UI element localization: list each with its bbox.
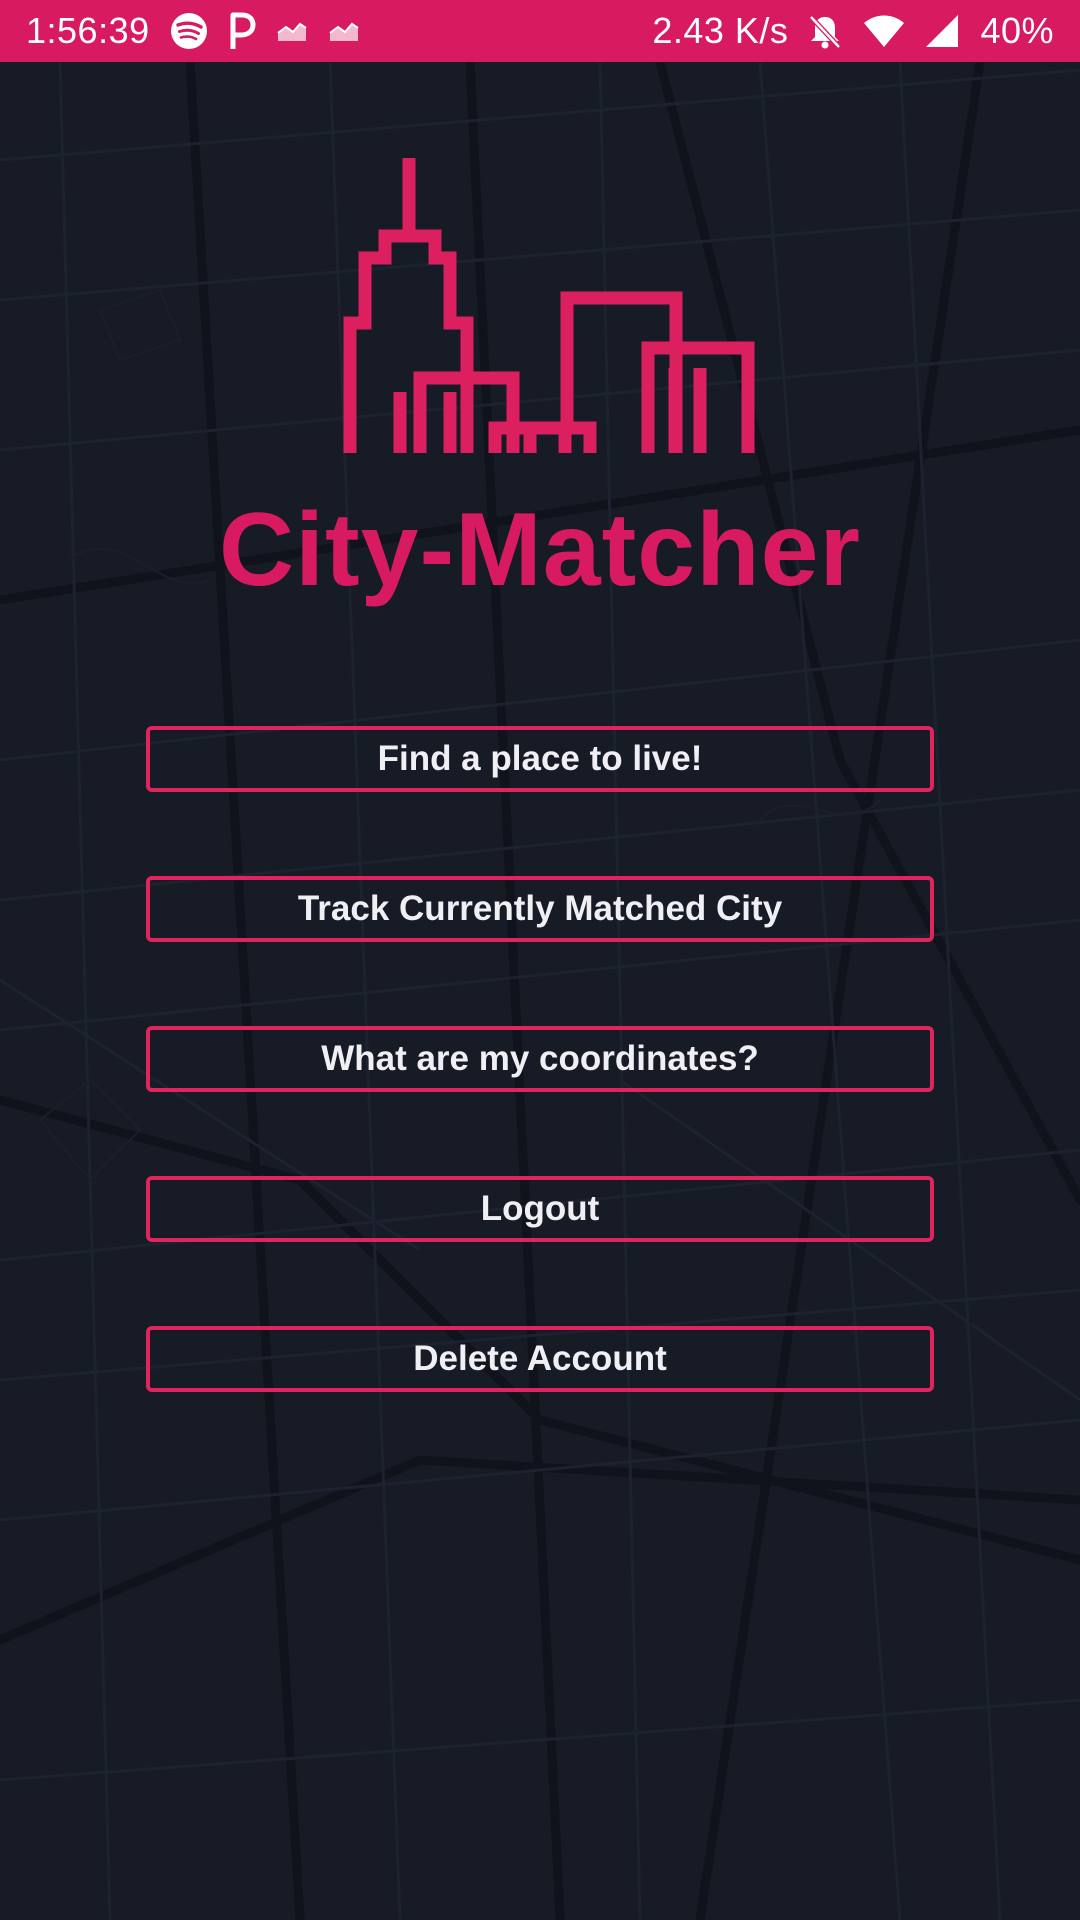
track-city-button[interactable]: Track Currently Matched City xyxy=(146,876,934,942)
status-bar-left: 1:56:39 xyxy=(26,0,360,62)
network-speed: 2.43 K/s xyxy=(652,10,789,51)
coordinates-button[interactable]: What are my coordinates? xyxy=(146,1026,934,1092)
main-menu: Find a place to live! Track Currently Ma… xyxy=(146,726,934,1476)
home-screen: 1:56:39 2.43 K/s 40% City-Matcher Find a… xyxy=(0,0,1080,1920)
find-place-button[interactable]: Find a place to live! xyxy=(146,726,934,792)
status-bar: 1:56:39 2.43 K/s 40% xyxy=(0,0,1080,62)
chart-icon xyxy=(276,19,308,43)
spotify-icon xyxy=(170,12,208,50)
status-time: 1:56:39 xyxy=(26,10,150,51)
delete-account-button[interactable]: Delete Account xyxy=(146,1326,934,1392)
p-icon xyxy=(228,11,256,51)
app-title: City-Matcher xyxy=(219,492,861,608)
status-bar-right: 2.43 K/s 40% xyxy=(652,0,1054,62)
logout-button[interactable]: Logout xyxy=(146,1176,934,1242)
signal-icon xyxy=(924,13,960,49)
wifi-icon xyxy=(862,13,906,49)
chart-icon xyxy=(328,19,360,43)
city-skyline-logo xyxy=(343,158,755,453)
bell-off-icon xyxy=(806,12,844,50)
battery-level: 40% xyxy=(980,10,1054,51)
